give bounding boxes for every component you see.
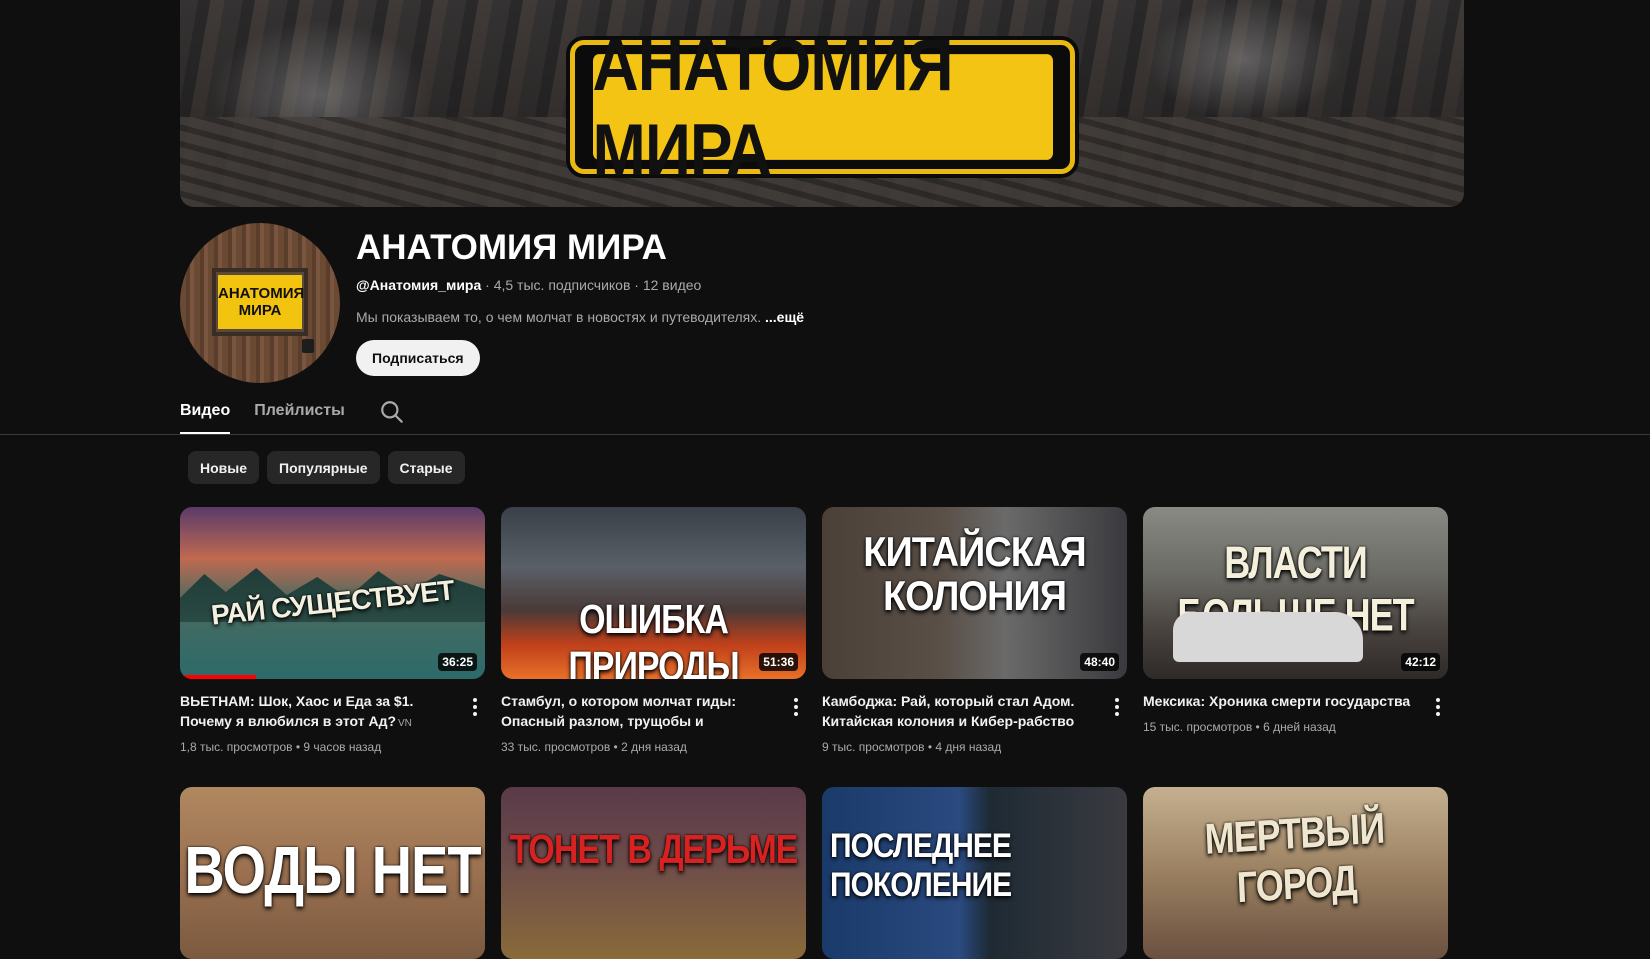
video-thumbnail[interactable]: ВЛАСТИ БОЛЬШЕ НЕТ 42:12 — [1143, 507, 1448, 679]
upload-age: 9 часов назад — [303, 740, 382, 754]
subscribe-button[interactable]: Подписаться — [356, 340, 480, 376]
banner-smoke — [1144, 0, 1344, 120]
video-card: РАЙ СУЩЕСТВУЕТ 36:25 ВЬЕТНАМ: Шок, Хаос … — [180, 507, 485, 754]
stats-separator: • — [292, 740, 304, 754]
video-card: ОШИБКА ПРИРОДЫ 51:36 Стамбул, о котором … — [501, 507, 806, 754]
channel-avatar[interactable]: АНАТОМИЯ МИРА — [180, 223, 340, 383]
stats-separator: • — [924, 740, 936, 754]
video-thumbnail[interactable]: МЕРТВЫЙ ГОРОД — [1143, 787, 1448, 959]
video-duration: 51:36 — [759, 653, 798, 671]
more-actions-icon[interactable] — [1107, 695, 1127, 719]
view-count: 9 тыс. просмотров — [822, 740, 925, 754]
subscriber-count: · 4,5 тыс. подписчиков — [481, 277, 631, 293]
more-actions-icon[interactable] — [786, 695, 806, 719]
thumbnail-text: ВОДЫ НЕТ — [184, 831, 481, 908]
video-duration: 36:25 — [438, 653, 477, 671]
upload-age: 6 дней назад — [1263, 720, 1336, 734]
thumbnail-text: МЕРТВЫЙ ГОРОД — [1203, 803, 1386, 912]
tab-playlists[interactable]: Плейлисты — [254, 390, 345, 423]
video-title[interactable]: Мексика: Хроника смерти государства — [1143, 691, 1418, 711]
sort-chips: Новые Популярные Старые — [188, 451, 465, 484]
chip-oldest[interactable]: Старые — [387, 451, 465, 484]
language-badge: VN — [398, 718, 412, 729]
thumb-police-car — [1173, 612, 1363, 662]
video-card: ТОНЕТ В ДЕРЬМЕ — [501, 787, 806, 959]
channel-description[interactable]: Мы показываем то, о чем молчат в новостя… — [356, 309, 804, 325]
video-duration: 42:12 — [1401, 653, 1440, 671]
thumbnail-text: РАЙ СУЩЕСТВУЕТ — [209, 574, 456, 631]
search-icon[interactable] — [379, 399, 405, 425]
video-stats: 33 тыс. просмотров • 2 дня назад — [501, 740, 687, 754]
video-thumbnail[interactable]: ПОСЛЕДНЕЕ ПОКОЛЕНИЕ — [822, 787, 1127, 959]
video-thumbnail[interactable]: ОШИБКА ПРИРОДЫ 51:36 — [501, 507, 806, 679]
upload-age: 2 дня назад — [621, 740, 687, 754]
video-card: ПОСЛЕДНЕЕ ПОКОЛЕНИЕ — [822, 787, 1127, 959]
video-card: МЕРТВЫЙ ГОРОД — [1143, 787, 1448, 959]
channel-name: АНАТОМИЯ МИРА — [356, 228, 667, 267]
avatar-plate: АНАТОМИЯ МИРА — [212, 268, 308, 336]
padlock-icon — [302, 339, 314, 353]
thumbnail-text: КИТАЙСКАЯ КОЛОНИЯ — [863, 529, 1086, 621]
video-stats: 15 тыс. просмотров • 6 дней назад — [1143, 720, 1336, 734]
more-actions-icon[interactable] — [465, 695, 485, 719]
description-text: Мы показываем то, о чем молчат в новостя… — [356, 309, 766, 325]
view-count: 15 тыс. просмотров — [1143, 720, 1253, 734]
video-card: ВОДЫ НЕТ — [180, 787, 485, 959]
video-card: ВЛАСТИ БОЛЬШЕ НЕТ 42:12 Мексика: Хроника… — [1143, 507, 1448, 734]
tab-videos[interactable]: Видео — [180, 390, 231, 435]
channel-handle: @Анатомия_мира — [356, 277, 482, 293]
chip-newest[interactable]: Новые — [188, 451, 260, 484]
video-thumbnail[interactable]: КИТАЙСКАЯ КОЛОНИЯ 48:40 — [822, 507, 1127, 679]
watch-progress-bar — [180, 675, 257, 679]
banner-logo: АНАТОМИЯ МИРА — [570, 23, 1075, 191]
tabs-divider — [0, 434, 1650, 435]
video-thumbnail[interactable]: РАЙ СУЩЕСТВУЕТ 36:25 — [180, 507, 485, 679]
upload-age: 4 дня назад — [935, 740, 1002, 754]
thumbnail-text: ТОНЕТ В ДЕРЬМЕ — [509, 827, 799, 873]
channel-banner: АНАТОМИЯ МИРА — [180, 0, 1464, 207]
stats-separator: • — [610, 740, 622, 754]
avatar-text: АНАТОМИЯ МИРА — [218, 275, 304, 329]
channel-tabs: Видео Плейлисты — [180, 390, 405, 435]
view-count: 1,8 тыс. просмотров — [180, 740, 293, 754]
video-duration: 48:40 — [1080, 653, 1119, 671]
stats-separator: • — [1252, 720, 1264, 734]
video-count: · 12 видео — [630, 277, 702, 293]
video-title[interactable]: Камбоджа: Рай, который стал Адом. Китайс… — [822, 691, 1097, 731]
video-card: КИТАЙСКАЯ КОЛОНИЯ 48:40 Камбоджа: Рай, к… — [822, 507, 1127, 754]
video-stats: 9 тыс. просмотров • 4 дня назад — [822, 740, 1001, 754]
chip-popular[interactable]: Популярные — [267, 451, 380, 484]
thumbnail-text: ПОСЛЕДНЕЕ ПОКОЛЕНИЕ — [830, 826, 1012, 904]
video-title[interactable]: Стамбул, о котором молчат гиды: Опасный … — [501, 691, 776, 731]
more-link[interactable]: ...ещё — [765, 309, 804, 325]
banner-logo-text: АНАТОМИЯ МИРА — [592, 23, 1053, 191]
view-count: 33 тыс. просмотров — [501, 740, 611, 754]
video-title[interactable]: ВЬЕТНАМ: Шок, Хаос и Еда за $1. Почему я… — [180, 691, 455, 731]
video-thumbnail[interactable]: ТОНЕТ В ДЕРЬМЕ — [501, 787, 806, 959]
video-thumbnail[interactable]: ВОДЫ НЕТ — [180, 787, 485, 959]
video-title-text: ВЬЕТНАМ: Шок, Хаос и Еда за $1. Почему я… — [180, 693, 414, 729]
more-actions-icon[interactable] — [1428, 695, 1448, 719]
channel-meta: @Анатомия_мира · 4,5 тыс. подписчиков · … — [356, 277, 701, 293]
video-stats: 1,8 тыс. просмотров • 9 часов назад — [180, 740, 381, 754]
